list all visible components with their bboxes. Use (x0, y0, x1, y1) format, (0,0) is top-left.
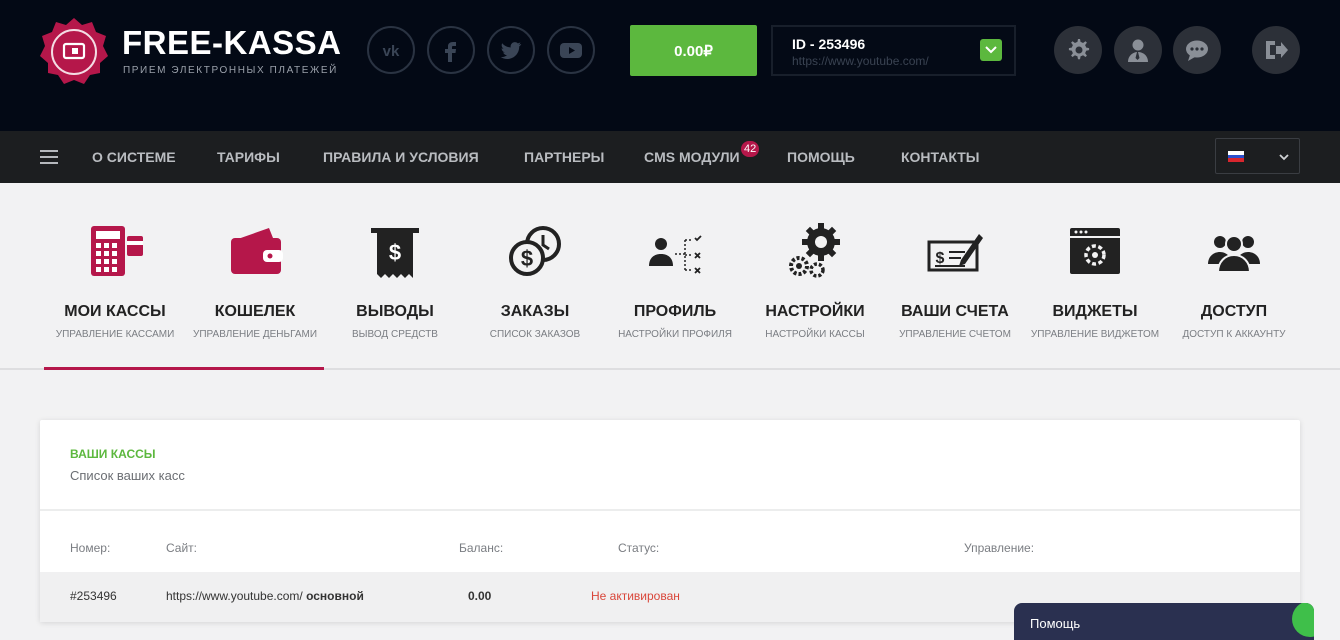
calculator-icon (91, 226, 143, 276)
chevron-down-icon[interactable] (980, 39, 1002, 61)
nav-item-about[interactable]: О СИСТЕМЕ (92, 131, 176, 183)
menu-title: ВЫВОДЫ (356, 303, 434, 320)
user-icon[interactable] (1114, 26, 1162, 74)
nav-item-rules[interactable]: ПРАВИЛА И УСЛОВИЯ (323, 131, 479, 183)
cheque-icon: $ (927, 234, 983, 272)
card-subtitle: Список ваших касс (70, 468, 185, 483)
nav-item-tariffs[interactable]: ТАРИФЫ (217, 131, 280, 183)
nav-item-contacts[interactable]: КОНТАКТЫ (901, 131, 979, 183)
menu-item-settings[interactable]: НАСТРОЙКИ НАСТРОЙКИ КАССЫ (740, 215, 890, 350)
twitter-icon[interactable] (487, 26, 535, 74)
menu-subtitle: НАСТРОЙКИ КАССЫ (765, 329, 865, 340)
register-site: https://www.youtube.com/ основной (166, 589, 364, 603)
cms-badge: 42 (741, 141, 760, 157)
status-indicator-icon (1292, 603, 1314, 637)
register-balance: 0.00 (468, 589, 492, 603)
menu-title: КОШЕЛЕК (214, 303, 296, 320)
menu-title: ЗАКАЗЫ (500, 303, 570, 320)
svg-text:$: $ (389, 240, 401, 265)
column-header-site: Сайт: (166, 541, 198, 555)
menu-subtitle: УПРАВЛЕНИЕ ВИДЖЕТОМ (1030, 329, 1160, 340)
column-header-balance: Баланс: (459, 541, 504, 555)
gear-icon[interactable] (1054, 26, 1102, 74)
column-header-status: Статус: (618, 541, 660, 555)
logo-icon[interactable] (38, 16, 110, 88)
menu-subtitle: УПРАВЛЕНИЕ СЧЕТОМ (899, 329, 1011, 340)
vk-icon[interactable]: vk (367, 26, 415, 74)
menu-subtitle: УПРАВЛЕНИЕ ДЕНЬГАМИ (192, 329, 318, 340)
account-id: ID - 253496 (792, 36, 866, 52)
menu-title: МОИ КАССЫ (64, 303, 166, 320)
menu-item-wallet[interactable]: КОШЕЛЕК УПРАВЛЕНИЕ ДЕНЬГАМИ (180, 215, 330, 350)
facebook-icon[interactable] (427, 26, 475, 74)
menu-item-withdrawals[interactable]: $ ВЫВОДЫ ВЫВОД СРЕДСТВ (320, 215, 470, 350)
nav-item-partners[interactable]: ПАРТНЕРЫ (524, 131, 604, 183)
register-tag: основной (306, 589, 364, 603)
svg-text:$: $ (521, 246, 533, 271)
menu-item-my-registers[interactable]: МОИ КАССЫ УПРАВЛЕНИЕ КАССАМИ (40, 215, 190, 350)
account-url: https://www.youtube.com/ (792, 54, 929, 68)
brand-title: FREE-KASSA (122, 24, 342, 61)
menu-subtitle: НАСТРОЙКИ ПРОФИЛЯ (618, 329, 732, 340)
help-label: Помощь (1030, 616, 1081, 631)
ru-flag-icon (1228, 151, 1244, 162)
gears-icon (789, 223, 840, 278)
wallet-icon (231, 228, 283, 274)
receipt-icon: $ (371, 228, 419, 278)
menu-title: ВИДЖЕТЫ (1052, 303, 1138, 320)
menu-subtitle: УПРАВЛЕНИЕ КАССАМИ (55, 329, 175, 340)
menu-subtitle: ДОСТУП К АККАУНТУ (1182, 329, 1286, 340)
account-selector[interactable]: ID - 253496 https://www.youtube.com/ (771, 25, 1016, 76)
register-number: #253496 (70, 589, 117, 603)
brand-subtitle: ПРИЕМ ЭЛЕКТРОННЫХ ПЛАТЕЖЕЙ (123, 65, 338, 76)
column-header-number: Номер: (70, 541, 111, 555)
menu-item-accounts[interactable]: $ ВАШИ СЧЕТА УПРАВЛЕНИЕ СЧЕТОМ (880, 215, 1030, 350)
youtube-icon[interactable] (547, 26, 595, 74)
coins-icon: $ (509, 226, 561, 276)
logout-icon[interactable] (1252, 26, 1300, 74)
menu-title: НАСТРОЙКИ (765, 303, 865, 320)
users-icon (1208, 235, 1260, 273)
menu-item-orders[interactable]: $ ЗАКАЗЫ СПИСОК ЗАКАЗОВ (460, 215, 610, 350)
menu-item-profile[interactable]: ПРОФИЛЬ НАСТРОЙКИ ПРОФИЛЯ (600, 215, 750, 350)
menu-subtitle: СПИСОК ЗАКАЗОВ (489, 329, 581, 340)
svg-text:$: $ (936, 250, 945, 267)
language-select[interactable] (1215, 138, 1300, 174)
menu-title: ПРОФИЛЬ (633, 303, 717, 320)
nav-item-cms[interactable]: CMS МОДУЛИ (644, 131, 740, 183)
chat-icon[interactable] (1173, 26, 1221, 74)
profile-icon (649, 235, 702, 274)
menu-subtitle: ВЫВОД СРЕДСТВ (352, 329, 438, 340)
column-header-actions: Управление: (964, 541, 1035, 555)
register-site-url: https://www.youtube.com/ (166, 589, 303, 603)
menu-title: ДОСТУП (1200, 303, 1268, 320)
menu-item-widgets[interactable]: ВИДЖЕТЫ УПРАВЛЕНИЕ ВИДЖЕТОМ (1020, 215, 1170, 350)
status-badge: Не активирован (591, 589, 680, 603)
top-header: FREE-KASSA ПРИЕМ ЭЛЕКТРОННЫХ ПЛАТЕЖЕЙ vk… (0, 0, 1340, 131)
card-divider (40, 509, 1300, 511)
registers-card: ВАШИ КАССЫ Список ваших касс Номер: Сайт… (40, 420, 1300, 622)
nav-item-help[interactable]: ПОМОЩЬ (787, 131, 855, 183)
svg-text:vk: vk (383, 43, 400, 60)
menu-title: ВАШИ СЧЕТА (901, 303, 1009, 320)
widget-icon (1070, 228, 1120, 274)
menu-item-access[interactable]: ДОСТУП ДОСТУП К АККАУНТУ (1159, 215, 1309, 350)
active-tab-indicator (44, 367, 324, 370)
chevron-down-icon (1279, 154, 1289, 161)
balance-button[interactable]: 0.00₽ (630, 25, 757, 76)
hamburger-icon[interactable] (40, 150, 58, 164)
main-nav: О СИСТЕМЕ ТАРИФЫ ПРАВИЛА И УСЛОВИЯ ПАРТН… (0, 131, 1340, 183)
help-widget[interactable]: Помощь (1014, 603, 1314, 640)
card-title: ВАШИ КАССЫ (70, 447, 156, 461)
